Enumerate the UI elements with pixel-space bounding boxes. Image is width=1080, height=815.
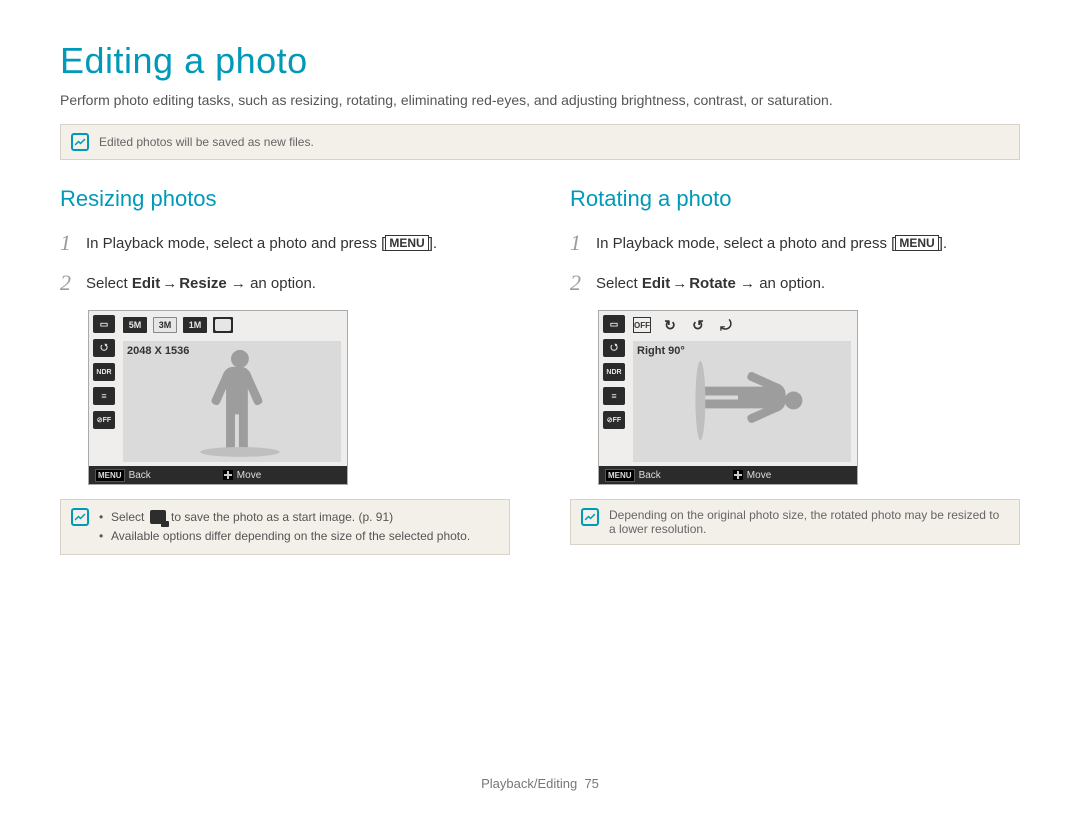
size-option-1m: 1M (183, 317, 207, 333)
note-icon (581, 508, 599, 526)
person-silhouette-icon (123, 341, 341, 460)
step-number: 2 (570, 270, 586, 296)
intro-text: Perform photo editing tasks, such as res… (60, 92, 1020, 108)
lcd-top-options: 5M 3M 1M (123, 317, 233, 333)
rotate-off-icon: OFF (633, 317, 651, 333)
resize-icon: ▭ (603, 315, 625, 333)
menu-icon: MENU (605, 469, 635, 482)
start-image-icon (150, 510, 166, 524)
footer-section: Playback/Editing (481, 776, 577, 791)
step-number: 1 (570, 230, 586, 256)
styler-icon: ≡ (603, 387, 625, 405)
resize-icon: ▭ (93, 315, 115, 333)
lcd-footer: MENUBack Move (89, 466, 347, 484)
note-text: Edited photos will be saved as new files… (99, 135, 314, 149)
size-option-start (213, 317, 233, 333)
step-2: 2 Select Edit → Rotate → an option. (570, 270, 1020, 296)
lcd-side-icons: ▭ ⭯ NDR ≡ ⊘FF (93, 315, 119, 429)
rotate-left-icon: ↺ (689, 317, 707, 333)
note-item: Available options differ depending on th… (99, 527, 470, 546)
lcd-footer: MENUBack Move (599, 466, 857, 484)
nav-icon (733, 470, 743, 480)
step-number: 2 (60, 270, 76, 296)
note-icon (71, 508, 89, 526)
camera-lcd-rotate: ▭ ⭯ NDR ≡ ⊘FF OFF ↻ ↺ ⤾ Right 90° (598, 310, 858, 485)
step-text: Select Edit → Rotate → an option. (596, 270, 825, 294)
menu-button-label: MENU (385, 235, 428, 251)
page-footer: Playback/Editing 75 (0, 776, 1080, 791)
note-text: Depending on the original photo size, th… (609, 508, 1009, 536)
step-text: Select Edit → Resize → an option. (86, 270, 316, 294)
start-image-icon (215, 319, 231, 331)
step-text: In Playback mode, select a photo and pre… (596, 230, 947, 254)
rotate-icon: ⭯ (93, 339, 115, 357)
rotate-note: Depending on the original photo size, th… (570, 499, 1020, 545)
step-text: In Playback mode, select a photo and pre… (86, 230, 437, 254)
note-item: Select to save the photo as a start imag… (99, 508, 470, 527)
page-title: Editing a photo (60, 40, 1020, 82)
note-icon (71, 133, 89, 151)
size-option-5m: 5M (123, 317, 147, 333)
resizing-section: Resizing photos 1 In Playback mode, sele… (60, 186, 510, 581)
acb-icon: NDR (603, 363, 625, 381)
adjust-icon: ⊘FF (603, 411, 625, 429)
nav-icon (223, 470, 233, 480)
lcd-top-options: OFF ↻ ↺ ⤾ (633, 317, 735, 333)
adjust-icon: ⊘FF (93, 411, 115, 429)
rotate-icon: ⭯ (603, 339, 625, 357)
top-note: Edited photos will be saved as new files… (60, 124, 1020, 160)
step-number: 1 (60, 230, 76, 256)
resize-notes: Select to save the photo as a start imag… (60, 499, 510, 555)
rotate-right-icon: ↻ (661, 317, 679, 333)
step-1: 1 In Playback mode, select a photo and p… (60, 230, 510, 256)
lcd-preview: Right 90° (633, 341, 851, 462)
camera-lcd-resize: ▭ ⭯ NDR ≡ ⊘FF 5M 3M 1M 2048 X 1536 (88, 310, 348, 485)
acb-icon: NDR (93, 363, 115, 381)
footer-page-number: 75 (584, 776, 598, 791)
section-heading-rotating: Rotating a photo (570, 186, 1020, 212)
lcd-preview: 2048 X 1536 (123, 341, 341, 462)
note-list: Select to save the photo as a start imag… (99, 508, 470, 546)
step-2: 2 Select Edit → Resize → an option. (60, 270, 510, 296)
rotate-180-icon: ⤾ (717, 317, 735, 333)
step-1: 1 In Playback mode, select a photo and p… (570, 230, 1020, 256)
menu-button-label: MENU (895, 235, 938, 251)
person-silhouette-rotated-icon (633, 341, 851, 460)
menu-icon: MENU (95, 469, 125, 482)
rotating-section: Rotating a photo 1 In Playback mode, sel… (570, 186, 1020, 581)
section-heading-resizing: Resizing photos (60, 186, 510, 212)
lcd-side-icons: ▭ ⭯ NDR ≡ ⊘FF (603, 315, 629, 429)
styler-icon: ≡ (93, 387, 115, 405)
size-option-3m: 3M (153, 317, 177, 333)
